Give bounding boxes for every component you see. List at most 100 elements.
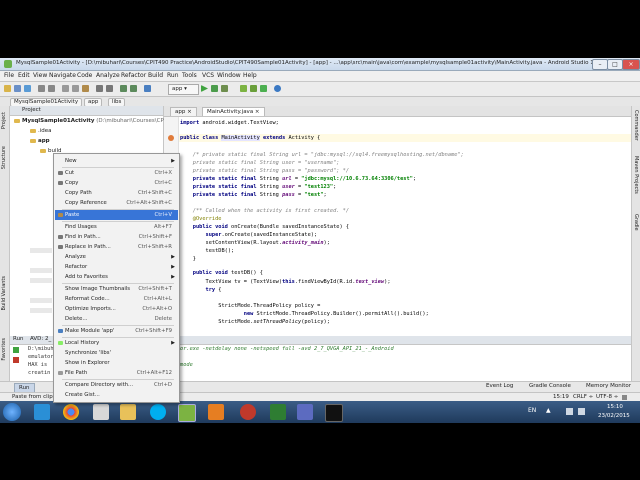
- tree-item-hidden-1[interactable]: [30, 248, 52, 253]
- project-view-dropdown[interactable]: Project: [22, 107, 41, 113]
- cut-icon[interactable]: [62, 85, 69, 92]
- menu-run[interactable]: Run: [167, 72, 179, 79]
- volume-icon[interactable]: [578, 408, 585, 415]
- run-config-label[interactable]: AVD: 2_: [30, 336, 51, 342]
- android-studio-icon[interactable]: [178, 404, 196, 422]
- menu-item-optimize-imports[interactable]: Optimize Imports... Ctrl+Alt+O: [55, 304, 178, 314]
- side-tab-gradle[interactable]: Gradle: [633, 214, 639, 231]
- menu-item-show-image-thumbnails[interactable]: Show Image Thumbnails Ctrl+Shift+T: [55, 284, 178, 294]
- menu-file[interactable]: File: [4, 72, 14, 79]
- menu-build[interactable]: Build: [148, 72, 163, 79]
- emulator-icon[interactable]: [297, 404, 313, 420]
- back-icon[interactable]: [120, 85, 127, 92]
- menu-window[interactable]: Window: [217, 72, 241, 79]
- media-player-icon[interactable]: [208, 404, 224, 420]
- side-tab-favorites[interactable]: Favorites: [1, 338, 7, 361]
- menu-help[interactable]: Help: [243, 72, 257, 79]
- menu-item-paste[interactable]: Paste Ctrl+V: [55, 210, 178, 220]
- sdk-manager-icon[interactable]: [250, 85, 257, 92]
- maximize-button[interactable]: □: [607, 59, 623, 70]
- tray-arrow-icon[interactable]: ▲: [546, 407, 551, 414]
- side-tab-maven[interactable]: Maven Projects: [633, 156, 639, 194]
- find-icon[interactable]: [96, 85, 103, 92]
- tree-item-hidden-3[interactable]: [30, 278, 52, 283]
- run-config-dropdown[interactable]: app ▾: [168, 84, 199, 95]
- menu-item-cut[interactable]: Cut Ctrl+X: [55, 168, 178, 178]
- menu-vcs[interactable]: VCS: [202, 72, 214, 79]
- side-tab-commander[interactable]: Commander: [633, 110, 639, 141]
- project-root[interactable]: MysqlSample01Activity (D:\mibuhari\Cours…: [14, 118, 169, 124]
- menu-code[interactable]: Code: [77, 72, 92, 79]
- lock-icon[interactable]: [622, 395, 627, 400]
- menu-item-copy-path[interactable]: Copy Path Ctrl+Shift+C: [55, 188, 178, 198]
- tree-item-hidden-2[interactable]: [30, 268, 52, 273]
- avd-manager-icon[interactable]: [240, 85, 247, 92]
- tab-gradle-console[interactable]: Gradle Console: [529, 383, 571, 389]
- menu-item-add-to-favorites[interactable]: Add to Favorites ▶: [55, 272, 178, 282]
- menu-edit[interactable]: Edit: [18, 72, 30, 79]
- menu-item-find-usages[interactable]: Find Usages Alt+F7: [55, 222, 178, 232]
- menu-refactor[interactable]: Refactor: [121, 72, 146, 79]
- menu-item-create-gist[interactable]: Create Gist...: [55, 390, 178, 400]
- run-icon[interactable]: [201, 85, 208, 92]
- open-icon[interactable]: [4, 85, 11, 92]
- menu-item-make-module-app[interactable]: Make Module 'app' Ctrl+Shift+F9: [55, 326, 178, 336]
- start-button[interactable]: [3, 403, 21, 421]
- tree-item-hidden-5[interactable]: [30, 308, 52, 313]
- debug-icon[interactable]: [211, 85, 218, 92]
- side-tab-project[interactable]: Project: [1, 112, 7, 129]
- menu-item-local-history[interactable]: Local History ▶: [55, 338, 178, 348]
- rerun-icon[interactable]: [13, 347, 19, 353]
- menu-item-compare-directory-with[interactable]: Compare Directory with... Ctrl+D: [55, 380, 178, 390]
- menu-item-new[interactable]: New ▶: [55, 156, 178, 166]
- menu-tools[interactable]: Tools: [182, 72, 197, 79]
- undo-icon[interactable]: [38, 85, 45, 92]
- attach-debugger-icon[interactable]: [221, 85, 228, 92]
- menu-navigate[interactable]: Navigate: [49, 72, 76, 79]
- file-encoding[interactable]: UTF-8 ÷: [596, 394, 618, 400]
- tab-event-log[interactable]: Event Log: [486, 383, 513, 389]
- tree-item-hidden-4[interactable]: [30, 298, 52, 303]
- menu-item-delete[interactable]: Delete... Delete: [55, 314, 178, 324]
- mail-icon[interactable]: [93, 404, 109, 420]
- help-icon[interactable]: [274, 85, 281, 92]
- tab-memory-monitor[interactable]: Memory Monitor: [586, 383, 631, 389]
- line-separator[interactable]: CRLF ÷: [573, 394, 593, 400]
- menu-item-copy-reference[interactable]: Copy Reference Ctrl+Alt+Shift+C: [55, 198, 178, 208]
- language-indicator[interactable]: EN: [528, 407, 536, 414]
- menu-item-replace-in-path[interactable]: Replace in Path... Ctrl+Shift+R: [55, 242, 178, 252]
- network-icon[interactable]: [566, 408, 573, 415]
- make-icon[interactable]: [144, 85, 151, 92]
- save-icon[interactable]: [14, 85, 21, 92]
- cmd-icon[interactable]: [325, 404, 343, 422]
- menu-analyze[interactable]: Analyze: [96, 72, 120, 79]
- tree-item-app[interactable]: app: [30, 138, 50, 144]
- menu-item-copy[interactable]: Copy Ctrl+C: [55, 178, 178, 188]
- menu-item-file-path[interactable]: File Path Ctrl+Alt+F12: [55, 368, 178, 378]
- monitor-icon[interactable]: [260, 85, 267, 92]
- menu-item-synchronize-libs[interactable]: Synchronize 'libs': [55, 348, 178, 358]
- tree-item-idea[interactable]: .idea: [30, 128, 52, 134]
- paste-icon[interactable]: [82, 85, 89, 92]
- sync-icon[interactable]: [24, 85, 31, 92]
- minimize-button[interactable]: –: [592, 59, 608, 70]
- menu-view[interactable]: View: [33, 72, 47, 79]
- recorder-icon[interactable]: [240, 404, 256, 420]
- menu-item-analyze[interactable]: Analyze ▶: [55, 252, 178, 262]
- file-explorer-icon[interactable]: [120, 404, 136, 420]
- internet-explorer-icon[interactable]: [34, 404, 50, 420]
- replace-icon[interactable]: [106, 85, 113, 92]
- side-tab-build-variants[interactable]: Build Variants: [1, 276, 7, 310]
- app-icon-green[interactable]: [270, 404, 286, 420]
- forward-icon[interactable]: [130, 85, 137, 92]
- menu-item-reformat-code[interactable]: Reformat Code... Ctrl+Alt+L: [55, 294, 178, 304]
- caret-position[interactable]: 15:19: [553, 394, 569, 400]
- clock-date[interactable]: 23/02/2015: [598, 413, 630, 419]
- menu-item-find-in-path[interactable]: Find in Path... Ctrl+Shift+F: [55, 232, 178, 242]
- close-button[interactable]: ×: [622, 59, 640, 70]
- copy-icon[interactable]: [72, 85, 79, 92]
- chrome-icon[interactable]: [63, 404, 79, 420]
- menu-item-refactor[interactable]: Refactor ▶: [55, 262, 178, 272]
- tab-mainactivity[interactable]: MainActivity.java ×: [202, 107, 265, 116]
- menu-item-show-in-explorer[interactable]: Show in Explorer: [55, 358, 178, 368]
